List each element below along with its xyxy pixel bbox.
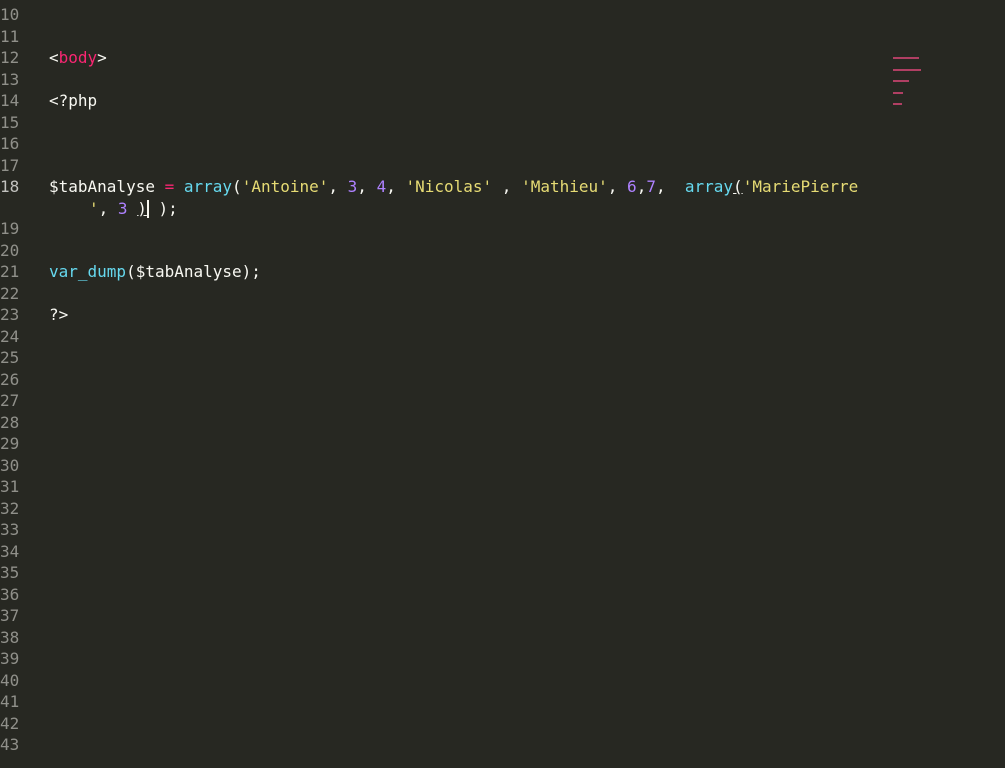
line-number: 23	[0, 305, 20, 324]
code-line-body-tag[interactable]: <body>	[49, 47, 107, 69]
code-editor[interactable]: 10 11 12 13 14 15 16 17 18 19 20 21 22 2…	[0, 0, 1005, 768]
line-number: 25	[0, 348, 20, 367]
line-number: 24	[0, 326, 20, 346]
number-literal: 3	[117, 198, 128, 218]
minimap-line	[893, 57, 919, 59]
line-number: 43	[0, 735, 20, 754]
line-number: 10	[0, 5, 20, 24]
string-literal: 'Nicolas'	[405, 177, 493, 196]
comma: ,	[98, 198, 118, 218]
comma: ,	[386, 177, 406, 196]
line-number: 26	[0, 369, 20, 389]
number-literal: 3	[347, 177, 358, 196]
code-line-php-open[interactable]: <?php	[49, 90, 97, 112]
string-literal: '	[89, 198, 99, 218]
number-literal: 6	[627, 177, 637, 196]
paren: (	[232, 177, 242, 196]
string-literal: 'Antoine'	[241, 177, 329, 196]
minimap-line	[893, 69, 921, 71]
line-number: 20	[0, 240, 20, 260]
line-number: 33	[0, 520, 20, 539]
line-number: 38	[0, 627, 20, 647]
line-number: 37	[0, 606, 20, 625]
minimap-line	[893, 103, 902, 105]
code-line-array-assignment[interactable]: $tabAnalyse = array('Antoine', 3, 4, 'Ni…	[49, 176, 858, 198]
line-number: 39	[0, 649, 20, 668]
line-number: 42	[0, 713, 20, 733]
line-number: 36	[0, 584, 20, 604]
statement-end: );	[148, 198, 178, 218]
minimap-line	[893, 92, 903, 94]
line-number: 30	[0, 455, 20, 475]
line-number: 32	[0, 498, 20, 518]
paren-matched: (	[733, 177, 743, 196]
line-number: 15	[0, 112, 20, 132]
line-number: 17	[0, 155, 20, 175]
line-number: 34	[0, 541, 20, 561]
minimap[interactable]	[893, 55, 933, 115]
line-number: 27	[0, 391, 20, 410]
comma: ,	[357, 177, 377, 196]
array-function: array	[183, 177, 233, 196]
code-line-array-assignment-wrap[interactable]: ', 3 ) );	[89, 198, 178, 220]
code-line-var-dump[interactable]: var_dump($tabAnalyse);	[49, 261, 261, 283]
line-number: 13	[0, 69, 20, 89]
minimap-line	[893, 80, 909, 82]
line-number: 35	[0, 563, 20, 582]
line-number: 16	[0, 134, 20, 153]
comma: ,	[655, 177, 685, 196]
line-number-gutter: 10 11 12 13 14 15 16 17 18 19 20 21 22 2…	[0, 0, 42, 768]
line-number: 14	[0, 91, 20, 110]
assign-operator: =	[154, 177, 184, 196]
line-number: 29	[0, 434, 20, 453]
paren-matched: )	[137, 198, 147, 218]
number-literal: 7	[646, 177, 656, 196]
line-number: 28	[0, 412, 20, 432]
string-literal: 'Mathieu'	[521, 177, 608, 196]
line-number: 11	[0, 26, 20, 46]
comma: ,	[607, 177, 628, 196]
code-line-php-close[interactable]: ?>	[49, 304, 68, 326]
variable: $tabAnalyse	[49, 177, 155, 196]
comma: ,	[636, 177, 647, 196]
line-number: 12	[0, 48, 20, 67]
line-number: 19	[0, 219, 20, 238]
line-number: 22	[0, 283, 20, 303]
line-number: 31	[0, 477, 20, 496]
tag-name: body	[58, 48, 98, 67]
line-number: 21	[0, 262, 20, 281]
function-args: ($tabAnalyse);	[126, 262, 261, 281]
comma: ,	[492, 177, 522, 196]
number-literal: 4	[376, 177, 387, 196]
line-number: 41	[0, 692, 20, 711]
var-dump-function: var_dump	[49, 262, 127, 281]
line-number: 40	[0, 670, 20, 690]
array-function: array	[684, 177, 734, 196]
tag-open-bracket: <	[49, 48, 59, 67]
comma: ,	[328, 177, 348, 196]
string-literal: 'MariePierre	[742, 177, 859, 196]
line-number-active: 18	[0, 177, 20, 196]
tag-close-bracket: >	[97, 48, 107, 67]
